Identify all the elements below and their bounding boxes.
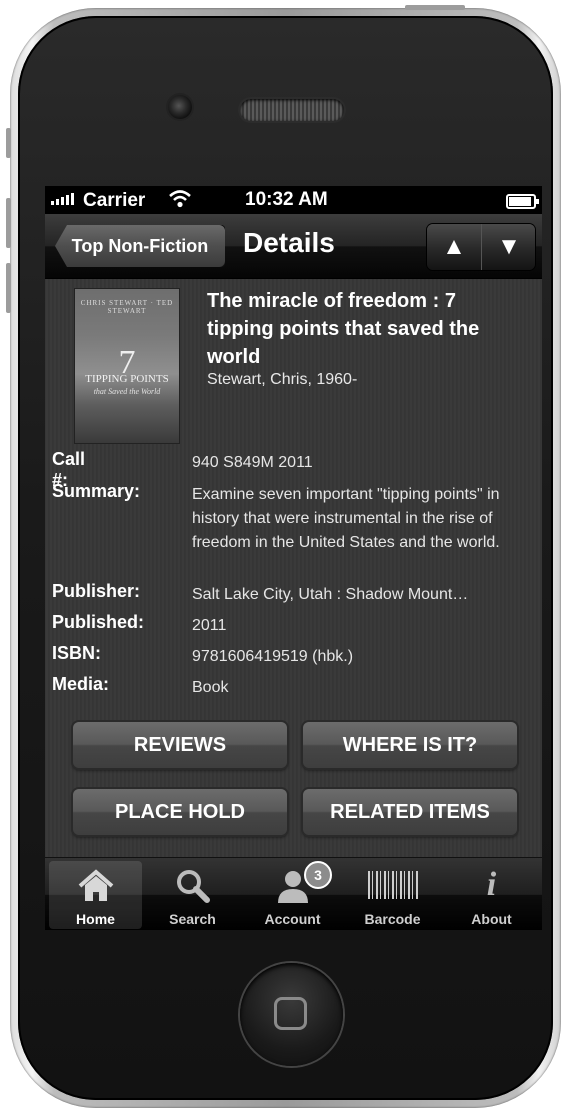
- prev-next-segmented-control: ▲ ▼: [427, 224, 535, 270]
- info-icon: i: [486, 866, 497, 903]
- earpiece-speaker: [240, 99, 344, 121]
- book-title: The miracle of freedom : 7 tipping point…: [207, 290, 480, 368]
- volume-down-button: [6, 263, 11, 313]
- previous-item-button[interactable]: ▲: [427, 224, 482, 270]
- tab-home[interactable]: Home: [49, 861, 142, 929]
- field-label: Media:: [52, 674, 110, 694]
- field-value: 940 S849M 2011: [192, 454, 313, 471]
- home-hardware-button[interactable]: [240, 963, 343, 1066]
- field-value: Book: [192, 679, 229, 696]
- home-square-icon: [274, 997, 307, 1030]
- tab-label: Home: [76, 911, 115, 927]
- cover-author-text: CHRIS STEWART · TED STEWART: [80, 299, 174, 315]
- power-button: [405, 5, 465, 10]
- where-is-it-button[interactable]: WHERE IS IT?: [303, 722, 517, 768]
- triangle-up-icon: ▲: [442, 233, 466, 260]
- back-button[interactable]: Top Non-Fiction: [55, 225, 225, 267]
- place-hold-button[interactable]: PLACE HOLD: [73, 789, 287, 835]
- tab-search[interactable]: Search: [146, 861, 239, 929]
- volume-up-button: [6, 198, 11, 248]
- home-icon: [49, 863, 142, 907]
- status-bar: Carrier 10:32 AM: [45, 186, 542, 214]
- tab-barcode[interactable]: Barcode: [346, 861, 439, 929]
- app-screen: Carrier 10:32 AM Top Non-Fiction Details…: [45, 186, 542, 930]
- related-items-button[interactable]: RELATED ITEMS: [303, 789, 517, 835]
- next-item-button[interactable]: ▼: [481, 224, 535, 270]
- field-label: Summary:: [52, 481, 141, 501]
- field-value: 9781606419519 (hbk.): [192, 648, 354, 665]
- field-label: Publisher:: [52, 581, 141, 601]
- battery-icon: [506, 194, 539, 209]
- tab-label: Account: [264, 911, 321, 927]
- carrier-label: Carrier: [83, 190, 146, 211]
- cover-subtitle-text: that Saved the World: [93, 387, 161, 396]
- field-label: Published:: [52, 612, 145, 632]
- field-label: ISBN:: [52, 643, 101, 663]
- book-author: Stewart, Chris, 1960-: [207, 371, 358, 388]
- wifi-icon: [168, 187, 192, 214]
- details-content: CHRIS STEWART · TED STEWART 7 TIPPING PO…: [45, 279, 542, 857]
- tab-label: Barcode: [364, 911, 421, 927]
- status-time: 10:32 AM: [245, 189, 328, 210]
- front-camera: [168, 95, 192, 119]
- tab-bar: Home Search 3 Account Barcode i About: [45, 857, 542, 930]
- search-icon: [146, 863, 239, 907]
- tab-label: About: [471, 911, 512, 927]
- tab-about[interactable]: i About: [445, 861, 538, 929]
- field-value: 2011: [192, 617, 227, 634]
- reviews-button[interactable]: REVIEWS: [73, 722, 287, 768]
- tab-label: Search: [169, 911, 216, 927]
- triangle-down-icon: ▼: [497, 233, 521, 260]
- cover-title-text: TIPPING POINTS: [85, 373, 169, 385]
- tab-account[interactable]: 3 Account: [246, 861, 339, 929]
- page-title: Details: [243, 227, 335, 258]
- barcode-icon: [368, 871, 418, 899]
- book-cover-image[interactable]: CHRIS STEWART · TED STEWART 7 TIPPING PO…: [75, 289, 179, 443]
- mute-switch: [6, 128, 11, 158]
- field-value: Examine seven important "tipping points"…: [192, 486, 500, 551]
- field-value: Salt Lake City, Utah : Shadow Mount…: [192, 586, 469, 603]
- notification-badge: 3: [304, 861, 332, 889]
- navigation-bar: Top Non-Fiction Details ▲ ▼: [45, 214, 542, 279]
